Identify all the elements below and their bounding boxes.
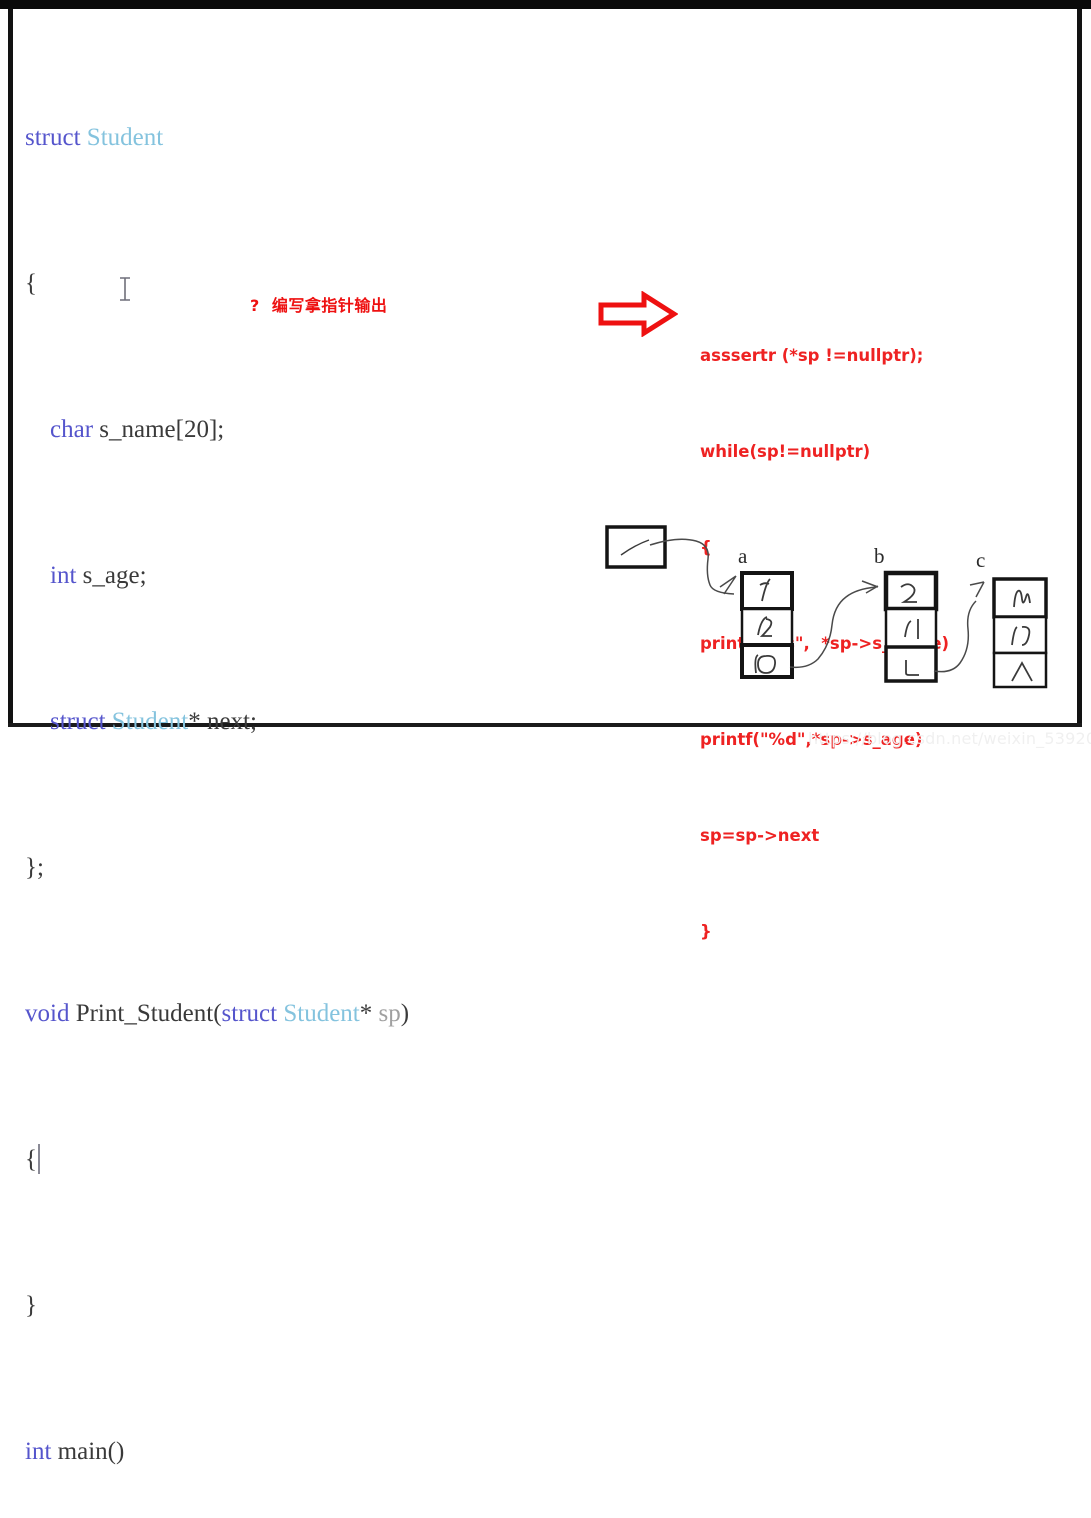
node-c-box [992,577,1048,689]
brace-close-semicolon: }; [25,853,44,881]
brace-open: { [25,1145,37,1173]
arrowhead-a [719,575,737,595]
code-line[interactable]: int main() [25,1434,625,1471]
frame-right-border [1077,9,1082,725]
linked-list-diagram: a b c [590,515,1070,720]
field-next: next [206,707,250,735]
text-caret [38,1143,40,1174]
function-main: main [57,1437,108,1465]
code-line[interactable]: char s_name[20]; [25,412,625,449]
arrowhead-c [969,581,985,598]
frame-left-border [8,9,13,725]
array-size: 20 [183,415,209,443]
pseudocode-line: while(sp!=nullptr) [700,442,871,461]
red-arrow-right-icon [598,291,678,337]
watermark-text: https://blog.csdn.net/weixin_53920853 [808,729,1091,748]
code-line[interactable]: void Print_Student(struct Student* sp) [25,996,625,1033]
keyword-char: char [50,415,94,443]
frame-top-border [0,0,1091,9]
type-student: Student [111,707,189,735]
pseudocode-line: asssertr (*sp !=nullptr); [700,346,924,365]
chinese-annotation-label: ? 编写拿指针输出 [250,296,388,315]
pseudocode-line: sp=sp->next [700,826,820,845]
keyword-struct: struct [221,999,278,1027]
code-line[interactable]: struct Student [25,120,625,157]
node-a-label: a [738,544,748,568]
parameter-sp: sp [378,999,401,1027]
keyword-struct: struct [50,707,106,735]
keyword-void: void [25,999,70,1027]
keyword-struct: struct [25,123,81,151]
field-s-name: s_name [99,415,176,443]
link-b-to-c [933,600,977,673]
head-pointer-box [605,525,667,569]
type-student: Student [283,999,360,1027]
code-line[interactable]: { [25,1142,625,1179]
node-c-label: c [976,548,985,572]
node-a-box [740,571,794,679]
code-line[interactable]: int s_age; [25,558,625,595]
field-s-age: s_age [82,561,140,589]
arrowhead-b [861,580,879,594]
node-b-box [883,570,939,683]
code-line[interactable]: }; [25,850,625,887]
pseudocode-line: } [700,922,712,941]
brace-close: } [25,1291,37,1319]
type-student: Student [86,123,164,151]
keyword-int: int [50,561,77,589]
function-print-student: Print_Student [75,999,214,1027]
keyword-int: int [25,1437,52,1465]
code-line[interactable]: } [25,1288,625,1325]
code-line[interactable]: struct Student* next; [25,704,625,741]
brace-open: { [25,269,37,297]
code-editor-pane[interactable]: struct Student { char s_name[20]; int s_… [25,10,625,1518]
node-b-label: b [874,544,885,568]
screenshot-canvas: struct Student { char s_name[20]; int s_… [0,0,1091,1465]
link-a-to-b [789,586,877,669]
